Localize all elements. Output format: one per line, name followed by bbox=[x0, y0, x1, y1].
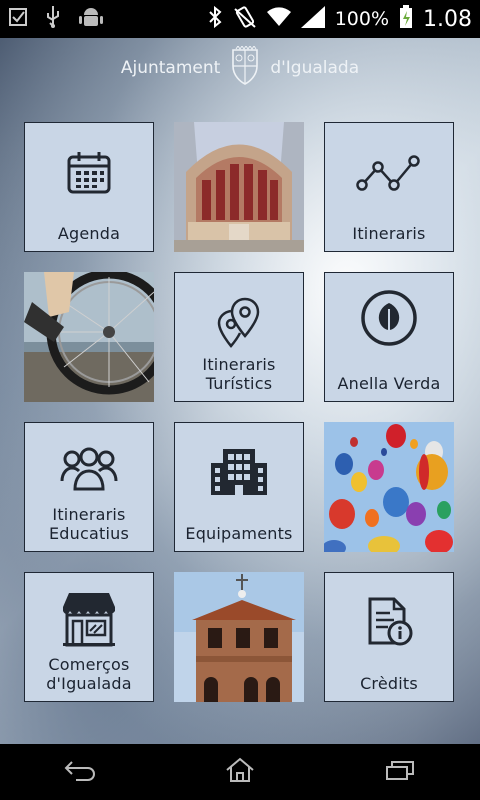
church-facade-photo[interactable] bbox=[174, 122, 304, 252]
status-bar: 100% 1.08 bbox=[0, 0, 480, 38]
tile-credits[interactable]: Crèdits bbox=[324, 572, 454, 702]
header-left-text: Ajuntament bbox=[120, 58, 221, 78]
tile-label: Crèdits bbox=[360, 674, 418, 693]
tile-label: Comerços d'Igualada bbox=[46, 655, 132, 701]
app-header: Ajuntament d'Igualada bbox=[0, 38, 480, 98]
tile-label: Itineraris Educatius bbox=[49, 505, 129, 551]
header-right-text: d'Igualada bbox=[270, 58, 360, 78]
tile-equipaments[interactable]: Equipaments bbox=[174, 422, 304, 552]
tile-label: Itineraris Turístics bbox=[202, 355, 275, 401]
tile-label-line2: d'Igualada bbox=[46, 674, 132, 693]
tile-label: Anella Verda bbox=[337, 374, 441, 393]
back-icon bbox=[64, 759, 96, 785]
tile-label-line1: Comerços bbox=[48, 655, 130, 674]
shop-icon bbox=[25, 591, 153, 647]
tile-anella-verda[interactable]: Anella Verda bbox=[324, 272, 454, 402]
building-icon bbox=[175, 447, 303, 497]
bicycle-wheel-photo[interactable] bbox=[24, 272, 154, 402]
home-button[interactable] bbox=[210, 752, 270, 792]
tile-label: Equipaments bbox=[185, 524, 293, 543]
hot-air-balloons-photo[interactable] bbox=[324, 422, 454, 552]
wifi-icon bbox=[266, 6, 291, 32]
android-icon bbox=[78, 5, 104, 33]
document-info-icon bbox=[325, 597, 453, 647]
bluetooth-icon bbox=[207, 5, 223, 33]
recent-apps-button[interactable] bbox=[370, 752, 430, 792]
tile-itineraris[interactable]: Itineraris bbox=[324, 122, 454, 252]
usb-icon bbox=[44, 5, 62, 33]
main-screen: Ajuntament d'Igualada Agenda Itineraris … bbox=[0, 38, 480, 744]
recent-apps-icon bbox=[385, 759, 415, 785]
signal-icon bbox=[300, 6, 325, 32]
back-button[interactable] bbox=[50, 752, 110, 792]
leaf-icon bbox=[325, 289, 453, 347]
checkbox-icon bbox=[8, 7, 28, 31]
home-icon bbox=[225, 757, 255, 787]
tile-itineraris-turistics[interactable]: Itineraris Turístics bbox=[174, 272, 304, 402]
battery-icon bbox=[399, 5, 413, 33]
battery-percent: 100% bbox=[334, 8, 390, 30]
tile-agenda[interactable]: Agenda bbox=[24, 122, 154, 252]
tile-itineraris-educatius[interactable]: Itineraris Educatius bbox=[24, 422, 154, 552]
navigation-bar bbox=[0, 744, 480, 800]
tile-comercos[interactable]: Comerços d'Igualada bbox=[24, 572, 154, 702]
calendar-icon bbox=[25, 151, 153, 195]
people-group-icon bbox=[25, 447, 153, 493]
bell-tower-photo[interactable] bbox=[174, 572, 304, 702]
vibrate-icon bbox=[233, 5, 257, 33]
tile-label: Itineraris bbox=[352, 224, 426, 243]
route-icon bbox=[325, 153, 453, 193]
tile-label-line1: Itineraris bbox=[52, 505, 126, 524]
tile-label-line2: Educatius bbox=[48, 524, 129, 543]
clock: 1.08 bbox=[423, 6, 472, 32]
map-pins-icon bbox=[175, 297, 303, 349]
tile-label: Agenda bbox=[57, 224, 121, 243]
tile-label-line2: Turístics bbox=[205, 374, 273, 393]
tile-label-line1: Itineraris bbox=[202, 355, 276, 374]
town-crest-icon bbox=[228, 44, 262, 91]
